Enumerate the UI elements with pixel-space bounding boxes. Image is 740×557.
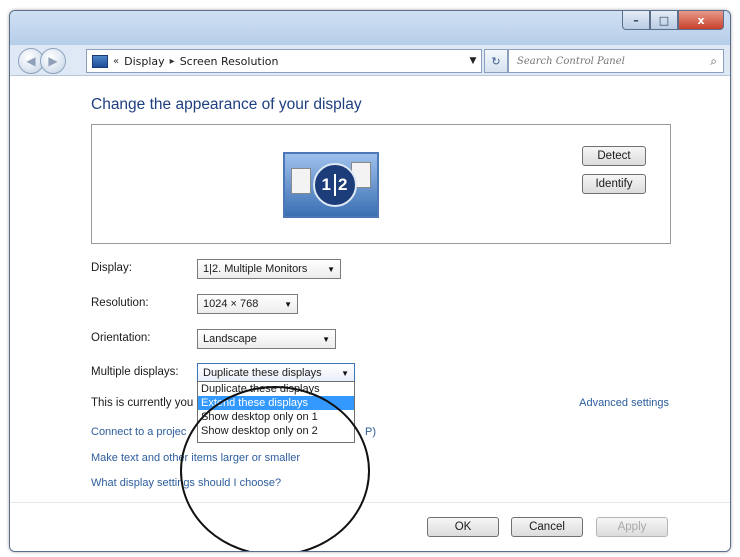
breadcrumb-separator-icon[interactable]: ▸ <box>170 56 175 67</box>
display-label: Display: <box>91 262 132 274</box>
identify-button[interactable]: Identify <box>582 174 646 194</box>
display-select-value: 1|2. Multiple Monitors <box>203 263 308 275</box>
breadcrumb-overflow[interactable]: « <box>113 56 119 67</box>
breadcrumb-display[interactable]: Display <box>124 55 165 68</box>
display-help-link[interactable]: What display settings should I choose? <box>91 477 281 489</box>
screen-resolution-window: – □ x ◀ ▶ « Display ▸ Screen Resolution … <box>9 10 731 552</box>
minimize-button[interactable]: – <box>622 11 650 30</box>
dropdown-option-only-1[interactable]: Show desktop only on 1 <box>198 410 354 424</box>
refresh-button[interactable]: ↻ <box>484 49 508 73</box>
navigation-bar: ◀ ▶ « Display ▸ Screen Resolution ▼ ↻ ⌕ <box>10 45 730 75</box>
search-input[interactable] <box>515 54 699 68</box>
dropdown-option-duplicate[interactable]: Duplicate these displays <box>198 382 354 396</box>
forward-arrow-icon: ▶ <box>48 54 58 68</box>
chevron-down-icon: ▼ <box>341 368 349 378</box>
multiple-displays-select-value: Duplicate these displays <box>203 367 322 379</box>
resolution-select[interactable]: 1024 × 768 ▼ <box>197 294 298 314</box>
status-text: This is currently you <box>91 397 194 409</box>
orientation-select-value: Landscape <box>203 333 257 345</box>
monitor-number-2: 2 <box>338 175 349 194</box>
content-pane: Change the appearance of your display 12… <box>10 75 730 551</box>
cancel-button[interactable]: Cancel <box>511 517 583 537</box>
footer-divider <box>10 502 730 503</box>
monitor-icon[interactable]: 12 <box>283 152 379 218</box>
address-dropdown-icon[interactable]: ▼ <box>465 56 481 66</box>
chevron-down-icon: ▼ <box>322 334 330 344</box>
detect-button[interactable]: Detect <box>582 146 646 166</box>
display-select[interactable]: 1|2. Multiple Monitors ▼ <box>197 259 341 279</box>
monitor-number-1: 1 <box>321 175 332 194</box>
ok-button[interactable]: OK <box>427 517 499 537</box>
text-size-link[interactable]: Make text and other items larger or smal… <box>91 452 300 464</box>
page-title: Change the appearance of your display <box>91 96 362 113</box>
multiple-displays-label: Multiple displays: <box>91 366 179 378</box>
chevron-down-icon: ▼ <box>327 264 335 274</box>
search-box[interactable]: ⌕ <box>508 49 724 73</box>
breadcrumb-screen-resolution[interactable]: Screen Resolution <box>180 55 279 68</box>
caption-buttons: – □ x <box>622 11 724 30</box>
orientation-label: Orientation: <box>91 332 151 344</box>
control-panel-icon <box>92 54 108 68</box>
multiple-displays-dropdown: Duplicate these displays Extend these di… <box>197 381 355 443</box>
apply-button[interactable]: Apply <box>596 517 668 537</box>
connect-projector-link[interactable]: Connect to a projec <box>91 426 186 438</box>
orientation-select[interactable]: Landscape ▼ <box>197 329 336 349</box>
forward-button[interactable]: ▶ <box>40 48 66 74</box>
title-bar[interactable]: – □ x <box>10 11 730 45</box>
refresh-icon: ↻ <box>491 54 501 68</box>
address-bar[interactable]: « Display ▸ Screen Resolution ▼ <box>86 49 482 73</box>
close-button[interactable]: x <box>678 11 724 30</box>
monitor-number-badge: 12 <box>313 163 357 207</box>
maximize-button[interactable]: □ <box>650 11 678 30</box>
connect-projector-link-tail[interactable]: P) <box>365 426 376 438</box>
multiple-displays-select[interactable]: Duplicate these displays ▼ <box>197 363 355 383</box>
dropdown-option-extend[interactable]: Extend these displays <box>198 396 354 410</box>
search-icon[interactable]: ⌕ <box>710 54 717 69</box>
back-arrow-icon: ◀ <box>26 54 36 68</box>
resolution-label: Resolution: <box>91 297 149 309</box>
chevron-down-icon: ▼ <box>284 299 292 309</box>
resolution-select-value: 1024 × 768 <box>203 298 259 310</box>
dropdown-option-only-2[interactable]: Show desktop only on 2 <box>198 424 354 438</box>
window-thumbnail <box>291 168 311 194</box>
advanced-settings-link[interactable]: Advanced settings <box>579 397 669 409</box>
